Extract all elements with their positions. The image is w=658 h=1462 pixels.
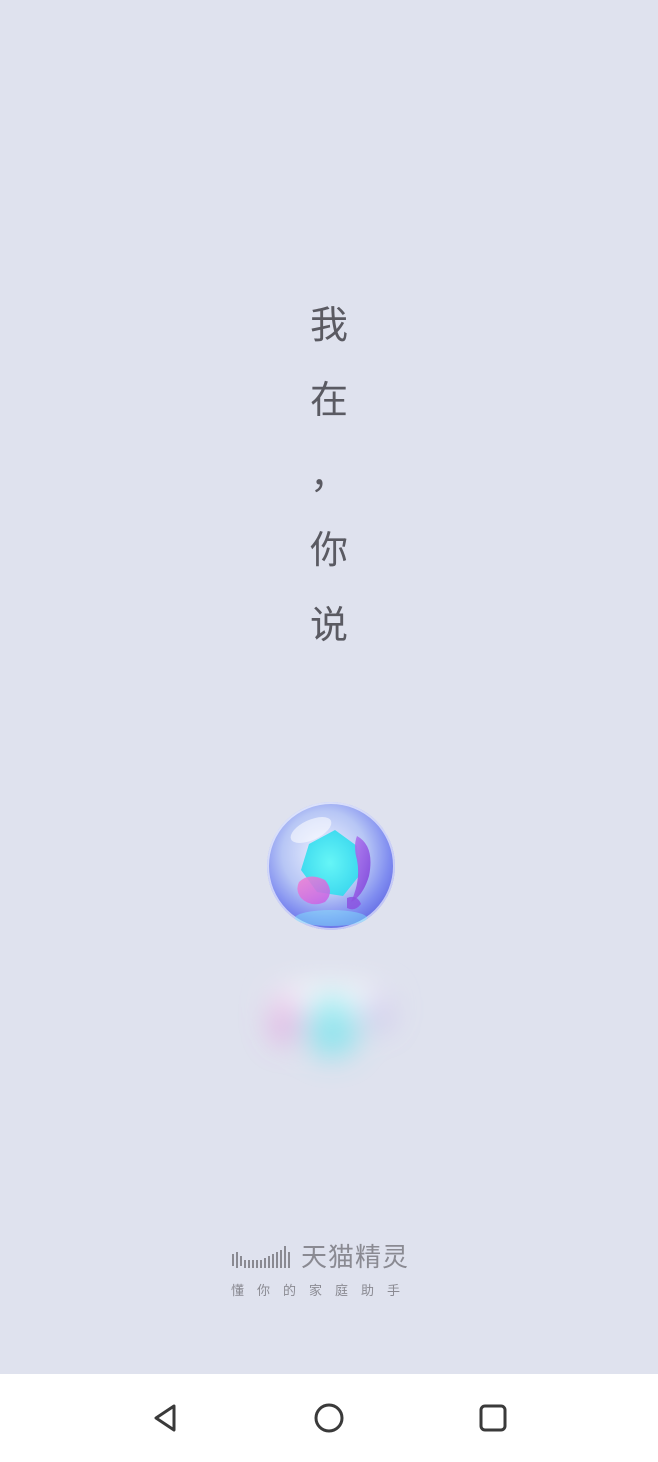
main-area: 我 在 ， 你 说 天猫精灵 懂你的家庭助手 [0,0,658,1374]
tmall-genie-sound-bars-icon [232,1246,290,1268]
back-button[interactable] [140,1392,192,1444]
system-navigation-bar [0,1374,658,1462]
greeting-char: ， [309,453,348,497]
greeting-char: 我 [309,303,348,347]
brand-logo: 天猫精灵 懂你的家庭助手 [231,1240,431,1302]
recents-button[interactable] [467,1392,519,1444]
screen: 我 在 ， 你 说 天猫精灵 懂你的家庭助手 [0,0,658,1462]
back-triangle-icon [154,1404,176,1432]
home-button[interactable] [303,1392,355,1444]
greeting-text: 我 在 ， 你 说 [0,296,658,671]
orb-reflection [230,960,430,1090]
home-circle-icon [314,1403,344,1433]
greeting-char: 说 [309,603,348,647]
voice-assistant-orb-icon[interactable] [265,800,397,932]
greeting-char: 你 [309,528,348,572]
brand-name: 天猫精灵 [301,1243,410,1273]
greeting-char: 在 [309,378,348,422]
brand-tagline: 懂你的家庭助手 [231,1284,414,1299]
recents-square-icon [479,1404,507,1432]
